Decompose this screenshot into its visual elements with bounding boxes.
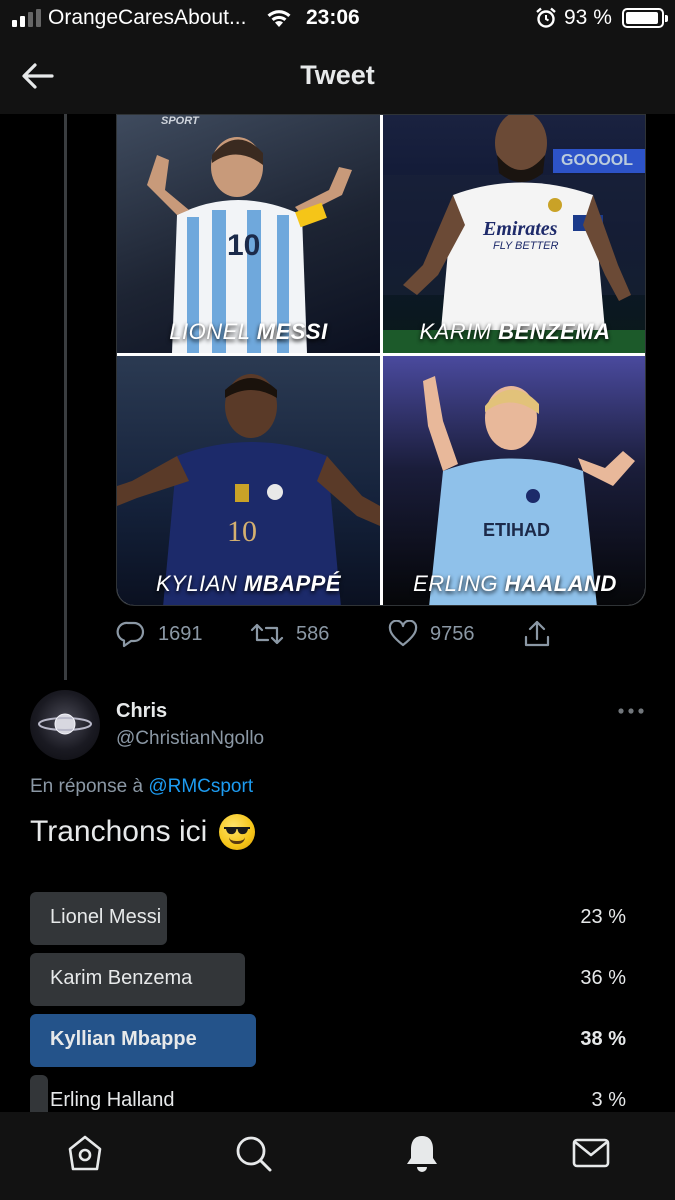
player-figure: 10 xyxy=(117,374,380,605)
svg-text:10: 10 xyxy=(227,229,260,262)
top-bar: Tweet xyxy=(0,38,675,114)
poll-option: Erling Halland 3 % xyxy=(30,1075,626,1112)
reply-context: En réponse à @RMCsport xyxy=(30,776,254,797)
reply-to-link[interactable]: @RMCsport xyxy=(148,776,253,797)
display-name[interactable]: Chris xyxy=(116,700,167,723)
carrier-name: OrangeCaresAbout... xyxy=(48,6,247,29)
retweet-icon xyxy=(250,623,284,645)
reply-button[interactable]: 1691 xyxy=(116,616,203,652)
media-tile-benzema[interactable]: GOOOOL Emirates FLY BETTER KARIM BENZEMA xyxy=(383,115,645,353)
signal-icon xyxy=(12,9,41,27)
poll-bar xyxy=(30,1075,48,1112)
thread-line xyxy=(64,114,67,680)
home-icon[interactable] xyxy=(64,1132,106,1174)
reply-count: 1691 xyxy=(158,622,203,645)
player-figure: 10 xyxy=(147,137,352,353)
sunglasses-emoji-icon xyxy=(219,814,256,850)
battery-icon xyxy=(622,8,668,28)
player-figure: Emirates FLY BETTER xyxy=(383,115,645,353)
heart-icon xyxy=(388,620,418,647)
tweet-media-grid[interactable]: SPORT 10 LIONEL MESSI GOOOOL Emirates FL… xyxy=(116,114,646,606)
player-figure: ETIHAD xyxy=(423,376,635,605)
poll-option: Lionel Messi 23 % xyxy=(30,892,626,945)
tweet-body: Tranchons ici xyxy=(30,815,208,848)
share-icon xyxy=(524,620,550,647)
like-count: 9756 xyxy=(430,622,475,645)
poll-option-label: Karim Benzema xyxy=(50,967,193,989)
reply-icon xyxy=(116,621,145,648)
tweet-actions: 1691 586 9756 xyxy=(116,616,566,652)
svg-text:FLY BETTER: FLY BETTER xyxy=(493,240,558,252)
player-name: KYLIAN MBAPPÉ xyxy=(156,571,341,596)
poll-option-percent: 38 % xyxy=(580,1028,626,1050)
planet-icon xyxy=(38,713,92,735)
poll-option-label: Lionel Messi xyxy=(50,906,162,928)
battery-percent: 93 % xyxy=(564,6,612,29)
svg-text:Emirates: Emirates xyxy=(482,218,558,240)
poll-option-percent: 23 % xyxy=(580,906,626,928)
share-button[interactable] xyxy=(522,616,552,652)
avatar[interactable] xyxy=(30,690,100,760)
player-name: ERLING HAALAND xyxy=(413,571,617,596)
retweet-button[interactable]: 586 xyxy=(250,616,329,652)
bottom-tab-bar xyxy=(0,1112,675,1200)
media-tile-mbappe[interactable]: 10 KYLIAN MBAPPÉ xyxy=(117,356,380,605)
poll-option: Karim Benzema 36 % xyxy=(30,953,626,1006)
player-name: LIONEL MESSI xyxy=(169,319,328,344)
poll-option-label: Kyllian Mbappe xyxy=(50,1028,197,1050)
poll-option-label: Erling Halland xyxy=(50,1089,175,1111)
like-button[interactable]: 9756 xyxy=(388,616,475,652)
svg-text:10: 10 xyxy=(227,515,257,548)
more-options-icon[interactable] xyxy=(614,700,648,722)
poll-option-percent: 36 % xyxy=(580,967,626,989)
wifi-icon xyxy=(267,10,291,27)
messages-icon[interactable] xyxy=(570,1132,612,1174)
clock: 23:06 xyxy=(306,6,360,29)
status-bar: OrangeCaresAbout... 23:06 93 % xyxy=(0,0,675,38)
page-title: Tweet xyxy=(300,60,375,90)
svg-text:ETIHAD: ETIHAD xyxy=(483,520,550,540)
search-icon[interactable] xyxy=(232,1132,274,1174)
retweet-count: 586 xyxy=(296,622,330,645)
tweet-text: Tranchons ici xyxy=(30,814,256,850)
player-name: KARIM BENZEMA xyxy=(419,319,611,344)
user-handle[interactable]: @ChristianNgollo xyxy=(116,728,264,750)
poll-option: Kyllian Mbappe 38 % xyxy=(30,1014,626,1067)
poll-option-percent: 3 % xyxy=(591,1089,626,1111)
media-tile-messi[interactable]: SPORT 10 LIONEL MESSI xyxy=(117,115,380,353)
media-tile-haaland[interactable]: ETIHAD ERLING HAALAND xyxy=(383,356,645,605)
alarm-icon xyxy=(536,7,556,28)
notifications-icon[interactable] xyxy=(401,1132,443,1174)
